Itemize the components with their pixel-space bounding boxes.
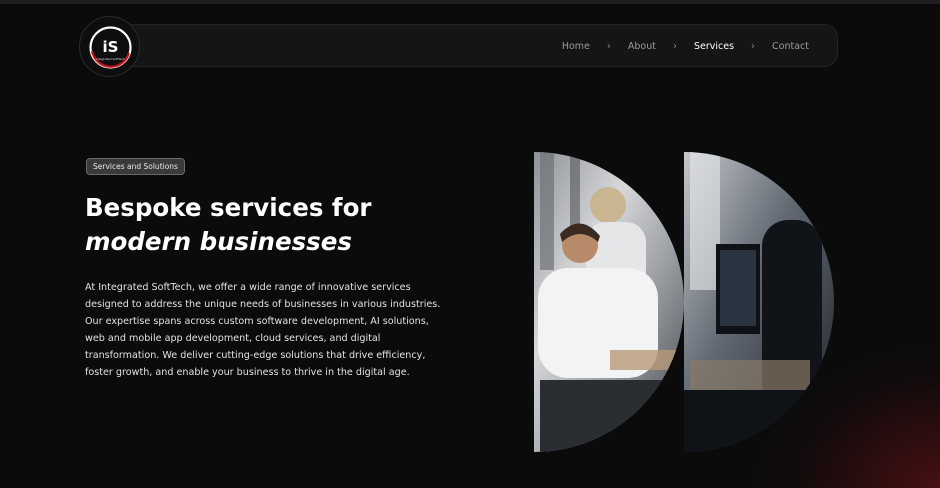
navbar: Home › About › Services › Contact [120, 24, 838, 67]
nav-home-link[interactable]: Home [562, 41, 590, 52]
hero-image [534, 152, 834, 452]
intro-paragraph: At Integrated SoftTech, we offer a wide … [85, 282, 441, 378]
hero-photo-right [684, 152, 834, 452]
window-top-edge [0, 0, 940, 4]
nav-links: Home › About › Services › Contact [562, 25, 809, 68]
nav-contact-link[interactable]: Contact [772, 41, 809, 52]
hero-photo-left [534, 152, 684, 452]
logo-mark: iS Integrated SoftTech [89, 26, 132, 69]
chevron-right-icon: › [606, 41, 611, 52]
page-title-line2: modern businesses [85, 227, 352, 256]
chevron-right-icon: › [751, 41, 756, 52]
page-title-line1: Bespoke services for [85, 193, 372, 222]
section-badge: Services and Solutions [86, 158, 185, 175]
logo-subtext: Integrated SoftTech [96, 57, 125, 61]
chevron-right-icon: › [672, 41, 677, 52]
nav-services-link[interactable]: Services [694, 41, 734, 52]
logo-text: iS [103, 38, 119, 56]
brand-logo[interactable]: iS Integrated SoftTech [79, 16, 140, 77]
nav-about-link[interactable]: About [628, 41, 656, 52]
page-title: Bespoke services for modern businesses [85, 191, 372, 259]
